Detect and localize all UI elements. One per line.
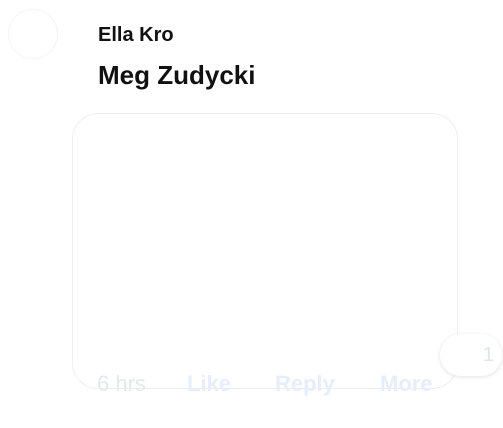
more-button[interactable]: More [380, 371, 433, 397]
comment: Ella Kro Meg Zudycki 1 6 hrs Like Reply … [0, 0, 503, 428]
comment-bubble [72, 113, 458, 389]
author-name-secondary[interactable]: Ella Kro [98, 24, 174, 47]
like-button[interactable]: Like [187, 371, 231, 397]
timestamp[interactable]: 6 hrs [97, 371, 146, 397]
reaction-count: 1 [482, 344, 494, 366]
reaction-count-badge[interactable]: 1 [440, 334, 502, 376]
author-name[interactable]: Meg Zudycki [98, 60, 255, 91]
reply-button[interactable]: Reply [275, 371, 335, 397]
avatar[interactable] [8, 9, 58, 59]
